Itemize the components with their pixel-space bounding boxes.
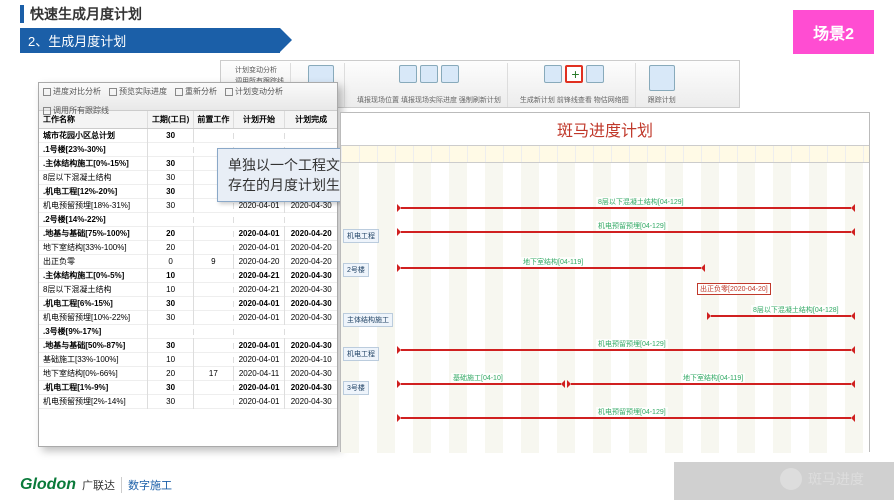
gantt-bar-label: 地下室结构[04-119]	[681, 373, 745, 383]
gantt-bar[interactable]	[571, 383, 851, 385]
gantt-bar-label: 机电预留预埋[04-129]	[596, 339, 668, 349]
gantt-chart: 斑马进度计划 机电工程 2号楼主体结构施工机电工程 3号楼 8层以下混凝土结构[04-…	[340, 112, 870, 452]
slide-title: 快速生成月度计划	[20, 4, 280, 24]
gantt-bar-label: 8层以下混凝土结构[04-129]	[596, 197, 686, 207]
gantt-bar-label: 地下室结构[04-119]	[521, 257, 585, 267]
ribbon-item[interactable]: 计划变动分析	[235, 65, 284, 75]
gantt-timescale	[341, 145, 869, 163]
task-panel: 进度对比分析 预览实际进度 重新分析 计划变动分析 调用所有跟踪线 工作名称 工…	[38, 82, 338, 447]
table-row[interactable]: 机电预留预埋[2%-14%]302020-04-012020-04-30	[39, 395, 337, 409]
footer: Glodon 广联达 数字施工	[20, 476, 172, 494]
table-header: 工作名称 工期(工日) 前置工作 计划开始 计划完成	[39, 111, 337, 129]
gantt-bar[interactable]	[711, 315, 851, 317]
scene-badge: 场景2	[793, 10, 874, 54]
gantt-bar-label: 基础施工[04-10]	[451, 373, 505, 383]
track-icon[interactable]	[649, 65, 675, 91]
gantt-side-label: 机电工程	[343, 229, 379, 243]
gantt-bar-label: 机电预留预埋[04-129]	[596, 407, 668, 417]
toolbar-item[interactable]: 重新分析	[175, 86, 217, 97]
gantt-side-label: 机电工程	[343, 347, 379, 361]
generate-plan-icon[interactable]: +	[565, 65, 583, 83]
progress-icon[interactable]	[420, 65, 438, 83]
gantt-bar[interactable]	[401, 207, 851, 209]
gantt-bar[interactable]	[401, 349, 851, 351]
gantt-side-label: 3号楼	[343, 381, 369, 395]
gantt-milestone: 出正负零[2020-04-20]	[697, 283, 771, 295]
gantt-bar[interactable]	[401, 267, 701, 269]
report-icon[interactable]	[399, 65, 417, 83]
panel-toolbar: 进度对比分析 预览实际进度 重新分析 计划变动分析 调用所有跟踪线	[39, 83, 337, 111]
logo: Glodon	[20, 476, 76, 494]
toolbar-item[interactable]: 预览实际进度	[109, 86, 167, 97]
gantt-side-label: 主体结构施工	[343, 313, 393, 327]
gantt-bar[interactable]	[401, 417, 851, 419]
gantt-title: 斑马进度计划	[341, 113, 869, 145]
wechat-icon	[780, 468, 802, 490]
gantt-bar[interactable]	[401, 383, 561, 385]
wechat-badge: 斑马进度	[780, 468, 864, 490]
network-icon[interactable]	[586, 65, 604, 83]
toolbar-item[interactable]: 进度对比分析	[43, 86, 101, 97]
gantt-body[interactable]: 机电工程 2号楼主体结构施工机电工程 3号楼 8层以下混凝土结构[04-129] 机电预…	[341, 163, 869, 453]
gantt-bar-label: 8层以下混凝土结构[04-128]	[751, 305, 841, 315]
gantt-side-label: 2号楼	[343, 263, 369, 277]
toolbar-item[interactable]: 计划变动分析	[225, 86, 283, 97]
gantt-bar[interactable]	[401, 231, 851, 233]
refresh-icon[interactable]	[441, 65, 459, 83]
gantt-bar-label: 机电预留预埋[04-129]	[596, 221, 668, 231]
plan-icon[interactable]	[544, 65, 562, 83]
slide-subtitle: 2、生成月度计划	[20, 28, 280, 53]
